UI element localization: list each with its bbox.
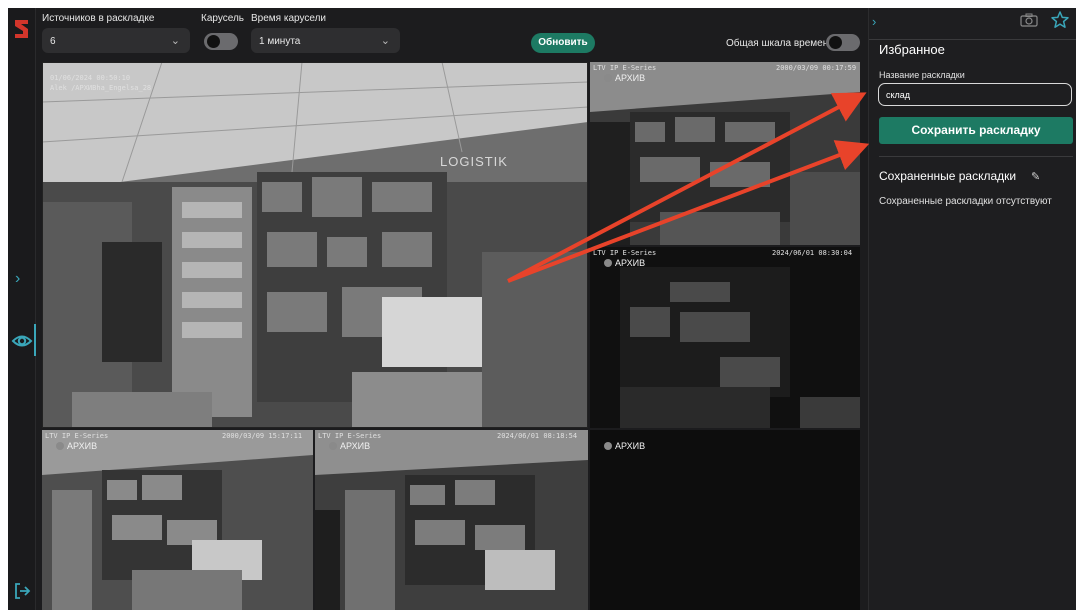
refresh-button[interactable]: Обновить [531, 33, 595, 53]
save-layout-button[interactable]: Сохранить раскладку [879, 117, 1073, 144]
pencil-icon[interactable]: ✎ [1031, 170, 1040, 183]
sources-select[interactable]: 6 ⌄ [42, 28, 190, 53]
camera-tile-5[interactable]: LTV IP E-Series 2024/06/01 08:18:54 АРХИ… [315, 430, 588, 610]
camera-model: LTV IP E-Series [593, 64, 657, 72]
camera-timestamp: 2000/03/09 15:17:11 [222, 432, 303, 440]
chevron-right-icon[interactable]: › [872, 14, 876, 29]
left-rail: › [8, 8, 36, 610]
app-window: › Источников в раскладке 6 ⌄ Карусель Вр… [8, 8, 1076, 610]
archive-dot-icon [604, 259, 612, 267]
toggle-knob [829, 36, 842, 49]
sources-label: Источников в раскладке [42, 13, 155, 24]
camera-icon[interactable] [1020, 13, 1038, 27]
app-logo-icon [15, 20, 28, 38]
camera-feed-image [42, 62, 588, 428]
archive-dot-icon [604, 442, 612, 450]
saved-layouts-title: Сохраненные раскладки [879, 169, 1017, 183]
camera-timestamp: 2000/03/09 00:17:59 [776, 64, 857, 72]
camera-timestamp: 2024/06/01 08:18:54 [497, 432, 578, 440]
camera-feed-image [315, 430, 588, 610]
archive-label: АРХИВ [615, 258, 646, 268]
archive-label: АРХИВ [340, 441, 371, 451]
eye-icon[interactable] [11, 330, 33, 352]
chevron-right-icon[interactable]: › [15, 270, 20, 288]
archive-badge: АРХИВ [56, 441, 97, 451]
camera-tile-6[interactable]: АРХИВ [590, 430, 860, 610]
camera-feed-image [590, 247, 860, 428]
chevron-down-icon: ⌄ [170, 35, 180, 47]
chevron-down-icon: ⌄ [380, 35, 390, 47]
favorites-panel: › Избранное Название раскладки Сохранить… [868, 8, 1076, 610]
archive-badge: АРХИВ [604, 258, 645, 268]
camera-tile-1[interactable]: 01/06/2024 00:50:10 Alek /АРХИВha_Engels… [42, 62, 588, 428]
logistik-sign: LOGISTIK [440, 154, 508, 169]
layout-name-label: Название раскладки [879, 70, 965, 80]
archive-dot-icon [604, 74, 612, 82]
archive-badge: АРХИВ [329, 441, 370, 451]
panel-title: Избранное [879, 42, 945, 57]
archive-dot-icon [329, 442, 337, 450]
archive-label: АРХИВ [615, 441, 646, 451]
saved-layouts-empty: Сохраненные раскладки отсутствуют [879, 196, 1052, 207]
layout-name-input[interactable] [878, 83, 1072, 106]
carousel-time-select[interactable]: 1 минута ⌄ [251, 28, 400, 53]
sources-value: 6 [50, 36, 56, 47]
timeline-toggle[interactable] [826, 34, 860, 51]
camera-timestamp: 2024/06/01 08:30:04 [772, 249, 853, 257]
carousel-label: Карусель [201, 13, 244, 24]
archive-label: АРХИВ [615, 73, 646, 83]
camera-timestamp: 01/06/2024 00:50:10 [50, 74, 131, 82]
camera-feed-image [590, 62, 860, 245]
carousel-toggle[interactable] [204, 33, 238, 50]
camera-tile-3[interactable]: LTV IP E-Series 2024/06/01 08:30:04 АРХИ… [590, 247, 860, 428]
active-indicator [34, 324, 36, 356]
archive-label: АРХИВ [67, 441, 98, 451]
divider [869, 39, 1076, 40]
timeline-label: Общая шкала времени [726, 38, 834, 49]
divider [879, 156, 1073, 157]
camera-tile-2[interactable]: LTV IP E-Series 2000/03/09 00:17:59 АРХИ… [590, 62, 860, 245]
camera-feed-image [42, 430, 313, 610]
archive-badge: АРХИВ [604, 441, 645, 451]
camera-tile-4[interactable]: LTV IP E-Series 2000/03/09 15:17:11 АРХИ… [42, 430, 313, 610]
carousel-time-label: Время карусели [251, 13, 327, 24]
camera-name: Alek /АРХИВha_Engelsa_28 [50, 84, 152, 92]
toggle-knob [207, 35, 220, 48]
exit-icon[interactable] [13, 582, 31, 600]
camera-model: LTV IP E-Series [593, 249, 657, 257]
camera-model: LTV IP E-Series [318, 432, 382, 440]
archive-dot-icon [56, 442, 64, 450]
archive-badge: АРХИВ [604, 73, 645, 83]
star-icon[interactable] [1050, 10, 1070, 30]
carousel-time-value: 1 минута [259, 36, 301, 47]
camera-model: LTV IP E-Series [45, 432, 109, 440]
